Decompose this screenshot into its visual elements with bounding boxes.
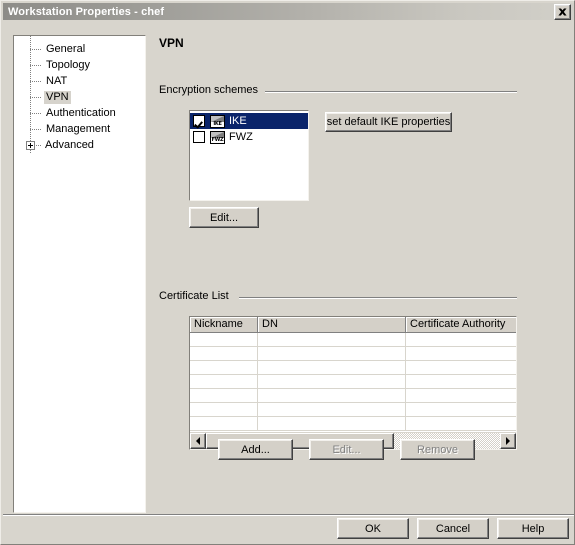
edit-scheme-button[interactable]: Edit... — [189, 207, 259, 228]
table-row[interactable] — [190, 333, 516, 347]
help-button[interactable]: Help — [497, 518, 569, 539]
table-row[interactable] — [190, 375, 516, 389]
table-row[interactable] — [190, 403, 516, 417]
list-item-label: FWZ — [229, 131, 253, 143]
remove-certificate-button: Remove — [400, 439, 475, 460]
table-cell-dn — [258, 375, 406, 388]
set-default-ike-properties-button[interactable]: set default IKE properties — [325, 112, 452, 132]
sidebar-item-vpn[interactable]: VPN — [14, 89, 145, 105]
table-cell-certificate-authority — [406, 347, 516, 360]
tree-connector-icon — [36, 144, 41, 146]
column-header-nickname[interactable]: Nickname — [190, 317, 258, 333]
ike-scheme-icon: IKE — [210, 114, 225, 128]
cancel-button[interactable]: Cancel — [417, 518, 489, 539]
encryption-schemes-list[interactable]: IKE IKE FWZ FWZ — [189, 110, 309, 201]
window-title: Workstation Properties - chef — [8, 5, 165, 18]
sidebar-item-management[interactable]: Management — [14, 121, 145, 137]
table-cell-nickname — [190, 403, 258, 416]
group-divider-line — [265, 91, 517, 93]
table-cell-dn — [258, 389, 406, 402]
tree-connector-icon — [30, 112, 42, 114]
edit-certificate-button: Edit... — [309, 439, 384, 460]
sidebar-item-general[interactable]: General — [14, 41, 145, 57]
table-cell-dn — [258, 333, 406, 346]
list-item-label: IKE — [229, 115, 247, 127]
tree-connector-icon — [30, 128, 42, 130]
sidebar-item-label: Authentication — [46, 106, 116, 119]
arrow-left-glyph — [196, 437, 200, 445]
certificate-list-label: Certificate List — [159, 290, 234, 302]
fwz-scheme-icon: FWZ — [210, 130, 225, 144]
table-cell-certificate-authority — [406, 361, 516, 374]
dialog-window: Workstation Properties - chef General To… — [0, 0, 575, 545]
add-certificate-button[interactable]: Add... — [218, 439, 293, 460]
table-cell-certificate-authority — [406, 389, 516, 402]
ok-button[interactable]: OK — [337, 518, 409, 539]
table-cell-nickname — [190, 333, 258, 346]
table-cell-nickname — [190, 417, 258, 430]
settings-tree-inner: General Topology NAT VPN Authentication — [14, 36, 145, 153]
tree-connector-icon — [30, 48, 42, 50]
fwz-checkbox[interactable] — [193, 131, 205, 143]
sidebar-item-label: NAT — [46, 74, 68, 87]
dialog-client-area: General Topology NAT VPN Authentication — [3, 22, 574, 544]
page-title: VPN — [159, 36, 184, 50]
arrow-right-glyph — [506, 437, 510, 445]
table-cell-dn — [258, 403, 406, 416]
tree-connector-icon — [30, 80, 42, 82]
table-cell-dn — [258, 361, 406, 374]
sidebar-item-advanced[interactable]: Advanced — [14, 137, 145, 153]
list-item[interactable]: FWZ FWZ — [190, 129, 308, 145]
table-cell-dn — [258, 417, 406, 430]
sidebar-item-label: Management — [46, 122, 111, 135]
table-cell-nickname — [190, 347, 258, 360]
group-divider-line — [239, 297, 517, 299]
table-cell-certificate-authority — [406, 375, 516, 388]
table-cell-nickname — [190, 361, 258, 374]
tree-connector-icon — [30, 96, 42, 98]
table-cell-nickname — [190, 375, 258, 388]
tree-connector-icon — [30, 64, 42, 66]
sidebar-item-nat[interactable]: NAT — [14, 73, 145, 89]
column-header-dn[interactable]: DN — [258, 317, 406, 333]
sidebar-item-label: Topology — [46, 58, 91, 71]
table-body — [190, 333, 516, 432]
sidebar-item-label: General — [46, 42, 86, 55]
column-header-certificate-authority[interactable]: Certificate Authority — [406, 317, 516, 333]
table-row[interactable] — [190, 417, 516, 431]
table-cell-nickname — [190, 389, 258, 402]
ike-checkbox[interactable] — [193, 115, 205, 127]
certificate-list-group: Certificate List — [159, 290, 517, 304]
sidebar-item-label: VPN — [44, 90, 71, 104]
footer-divider — [3, 514, 574, 516]
icon-code-label: FWZ — [211, 136, 224, 143]
table-cell-certificate-authority — [406, 417, 516, 430]
expand-plus-icon[interactable] — [26, 140, 35, 150]
close-icon[interactable] — [554, 4, 571, 20]
encryption-schemes-label: Encryption schemes — [159, 84, 264, 96]
scroll-right-icon[interactable] — [500, 433, 516, 449]
table-cell-certificate-authority — [406, 333, 516, 346]
table-header-row: Nickname DN Certificate Authority — [190, 317, 516, 333]
sidebar-item-authentication[interactable]: Authentication — [14, 105, 145, 121]
table-row[interactable] — [190, 361, 516, 375]
table-cell-dn — [258, 347, 406, 360]
encryption-schemes-group: Encryption schemes — [159, 84, 517, 98]
scroll-left-icon[interactable] — [190, 433, 206, 449]
settings-tree[interactable]: General Topology NAT VPN Authentication — [13, 35, 146, 513]
icon-code-label: IKE — [213, 120, 222, 127]
list-item[interactable]: IKE IKE — [190, 113, 308, 129]
table-cell-certificate-authority — [406, 403, 516, 416]
sidebar-item-topology[interactable]: Topology — [14, 57, 145, 73]
table-row[interactable] — [190, 347, 516, 361]
sidebar-item-label: Advanced — [45, 138, 94, 151]
certificate-table[interactable]: Nickname DN Certificate Authority — [189, 316, 517, 450]
title-bar: Workstation Properties - chef — [3, 3, 574, 20]
table-row[interactable] — [190, 389, 516, 403]
